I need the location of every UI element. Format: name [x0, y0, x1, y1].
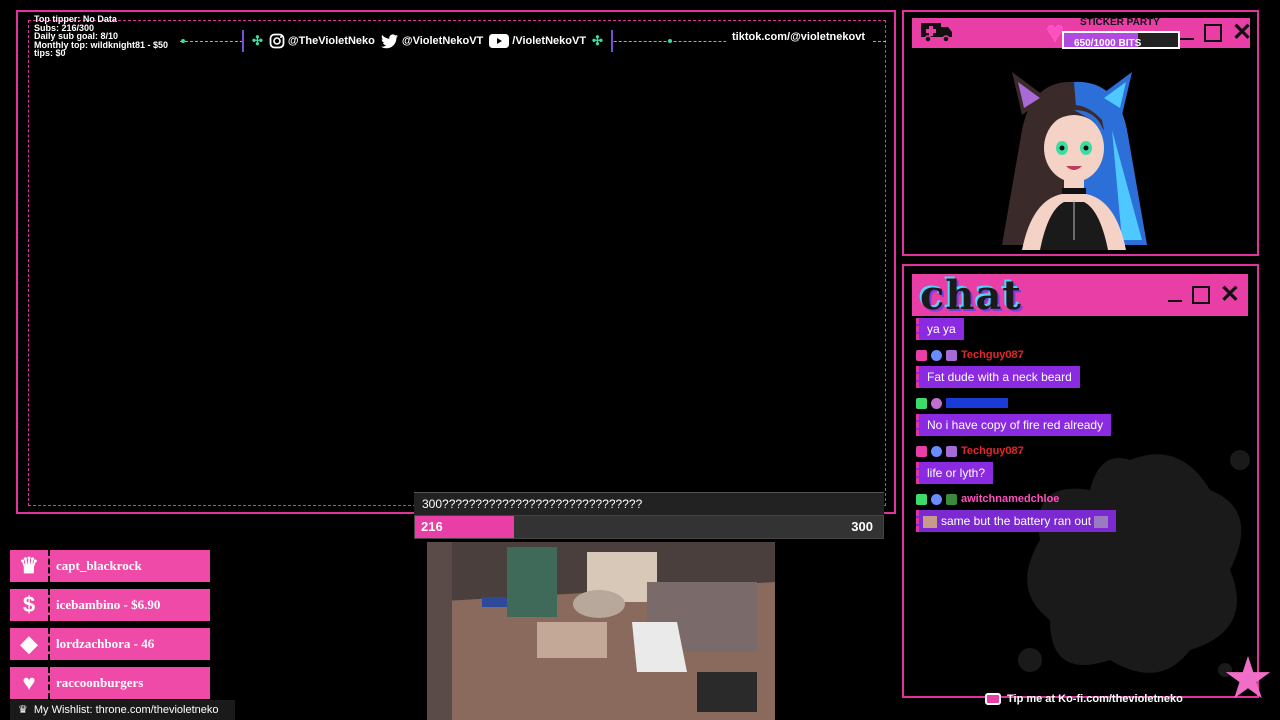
- sub-goal-target: 300: [851, 519, 873, 534]
- gem-badge-icon: [931, 493, 942, 505]
- crown-icon: ♛: [18, 704, 28, 716]
- chat-username-blurred: [946, 398, 1008, 408]
- stream-stats: Top tipper: No Data Subs: 216/300 Daily …: [34, 15, 168, 58]
- chat-username[interactable]: awitchnamedchloe: [961, 493, 1059, 505]
- heart-icon: ♥: [22, 670, 36, 695]
- instagram-text: @TheVioletNeko: [287, 35, 375, 47]
- gem-badge-icon: [931, 445, 942, 457]
- twitter-handle[interactable]: @VioletNekoVT: [380, 33, 484, 49]
- minimize-icon[interactable]: [1167, 288, 1182, 302]
- chat-message: awitchnamedchloe same but the battery ra…: [916, 490, 1246, 536]
- gem-badge-icon: [931, 349, 942, 361]
- chat-message: Techguy087 life or lyth?: [916, 442, 1246, 488]
- star-icon: ★: [1222, 646, 1274, 711]
- chat-message-text: life or lyth?: [916, 462, 994, 484]
- chat-message-text: ya ya: [916, 318, 964, 340]
- heart-badge-icon: [916, 445, 927, 457]
- recent-event-text: raccoonburgers: [56, 675, 144, 690]
- youtube-icon: [489, 34, 510, 48]
- chat-message: No i have copy of fire red already: [916, 394, 1246, 440]
- recent-event-text: lordzachbora - 46: [56, 636, 155, 651]
- room-camera-feed: [427, 542, 775, 720]
- sparkle-icon: ✣: [252, 33, 263, 48]
- social-bar: ✣ @TheVioletNeko @VioletNekoVT /VioletNe…: [242, 30, 613, 52]
- chat-message-list: ya ya Techguy087 Fat dude with a neck be…: [916, 318, 1246, 536]
- youtube-handle[interactable]: /VioletNekoVT: [489, 34, 586, 48]
- recent-event-item: ◆ lordzachbora - 46: [10, 628, 210, 660]
- sub-goal-widget: 300?????????????????????????????? 216 30…: [414, 492, 884, 540]
- sub-goal-label: 300??????????????????????????????: [414, 492, 884, 515]
- chat-username[interactable]: Techguy087: [961, 349, 1024, 361]
- instagram-handle[interactable]: @TheVioletNeko: [269, 33, 375, 49]
- chat-panel-header: chat ✕: [912, 271, 1248, 319]
- kofi-cup-icon: [985, 693, 1001, 705]
- maximize-icon[interactable]: [1204, 24, 1222, 42]
- sticker-badge-icon: [946, 493, 957, 505]
- kofi-link[interactable]: Tip me at Ko-fi.com/thevioletneko: [985, 693, 1183, 705]
- recent-events-list: ♛ capt_blackrock $ icebambino - $6.90 ◆ …: [10, 550, 210, 706]
- sub-goal-current: 216: [421, 519, 443, 534]
- chat-message-text: Fat dude with a neck beard: [916, 366, 1080, 388]
- chat-message-text: No i have copy of fire red already: [916, 414, 1112, 436]
- chat-message: ya ya: [916, 318, 1246, 344]
- sparkle-icon: ✣: [592, 33, 603, 48]
- recent-event-item: ♥ raccoonburgers: [10, 667, 210, 699]
- close-icon[interactable]: ✕: [1232, 21, 1252, 45]
- close-icon[interactable]: ✕: [1220, 283, 1240, 307]
- chat-title: chat: [920, 271, 1022, 319]
- paw-badge-icon: [931, 397, 942, 409]
- diamond-badge-icon: [946, 445, 957, 457]
- chat-message-header: Techguy087: [916, 346, 1246, 364]
- chat-message: Techguy087 Fat dude with a neck beard: [916, 346, 1246, 392]
- wishlist-text: My Wishlist: throne.com/thevioletneko: [33, 704, 219, 716]
- tips-text: tips: $0: [34, 48, 66, 59]
- check-badge-icon: [916, 493, 927, 505]
- sub-goal-progress-bar: 216 300: [414, 515, 884, 539]
- kofi-text: Tip me at Ko-fi.com/thevioletneko: [1007, 693, 1183, 705]
- chat-message-bubble: same but the battery ran out: [916, 510, 1117, 532]
- social-dot: [668, 39, 672, 43]
- twitter-icon: [380, 33, 398, 48]
- recent-event-item: ♛ capt_blackrock: [10, 550, 210, 582]
- game-inner-frame: [28, 20, 886, 506]
- diamond-badge-icon: [946, 349, 957, 361]
- chat-message-text: same but the battery ran out: [941, 514, 1092, 528]
- youtube-text: /VioletNekoVT: [512, 35, 587, 47]
- sticker-party-title: STICKER PARTY: [1080, 17, 1160, 28]
- recent-event-text: capt_blackrock: [56, 558, 142, 573]
- sticker-party-progress-text: 650/1000 BITS: [1074, 38, 1142, 49]
- tiktok-handle[interactable]: tiktok.com/@violetnekovt: [726, 31, 871, 43]
- crown-icon: ♛: [19, 553, 39, 578]
- chat-message-header: [916, 394, 1246, 412]
- window-controls: ✕: [1180, 21, 1252, 45]
- avatar-panel-header: ♥ STICKER PARTY 650/1000 BITS ✕: [912, 17, 1252, 49]
- heart-icon: ♥: [1046, 16, 1064, 49]
- sticker-party-progress-bar: 650/1000 BITS: [1062, 31, 1180, 49]
- instagram-icon: [269, 33, 285, 49]
- heart-badge-icon: [916, 349, 927, 361]
- chat-message-header: Techguy087: [916, 442, 1246, 460]
- twitter-text: @VioletNekoVT: [401, 35, 484, 47]
- window-controls: ✕: [1167, 283, 1240, 307]
- recent-event-text: icebambino - $6.90: [56, 597, 161, 612]
- recent-event-item: $ icebambino - $6.90: [10, 589, 210, 621]
- check-badge-icon: [916, 397, 927, 409]
- emote-icon: [1094, 515, 1109, 528]
- dollar-icon: $: [22, 592, 36, 617]
- vtuber-avatar: [1002, 72, 1147, 250]
- minimize-icon[interactable]: [1180, 26, 1194, 40]
- social-dot: [181, 39, 185, 43]
- emote-icon: [923, 515, 937, 528]
- chat-username[interactable]: Techguy087: [961, 445, 1024, 457]
- sticker-party-widget: ♥ STICKER PARTY 650/1000 BITS: [1040, 17, 1180, 49]
- chat-message-header: awitchnamedchloe: [916, 490, 1246, 508]
- ambulance-icon: [920, 17, 954, 49]
- wishlist-link[interactable]: ♛ My Wishlist: throne.com/thevioletneko: [10, 700, 235, 720]
- maximize-icon[interactable]: [1191, 286, 1210, 304]
- diamond-icon: ◆: [20, 631, 38, 656]
